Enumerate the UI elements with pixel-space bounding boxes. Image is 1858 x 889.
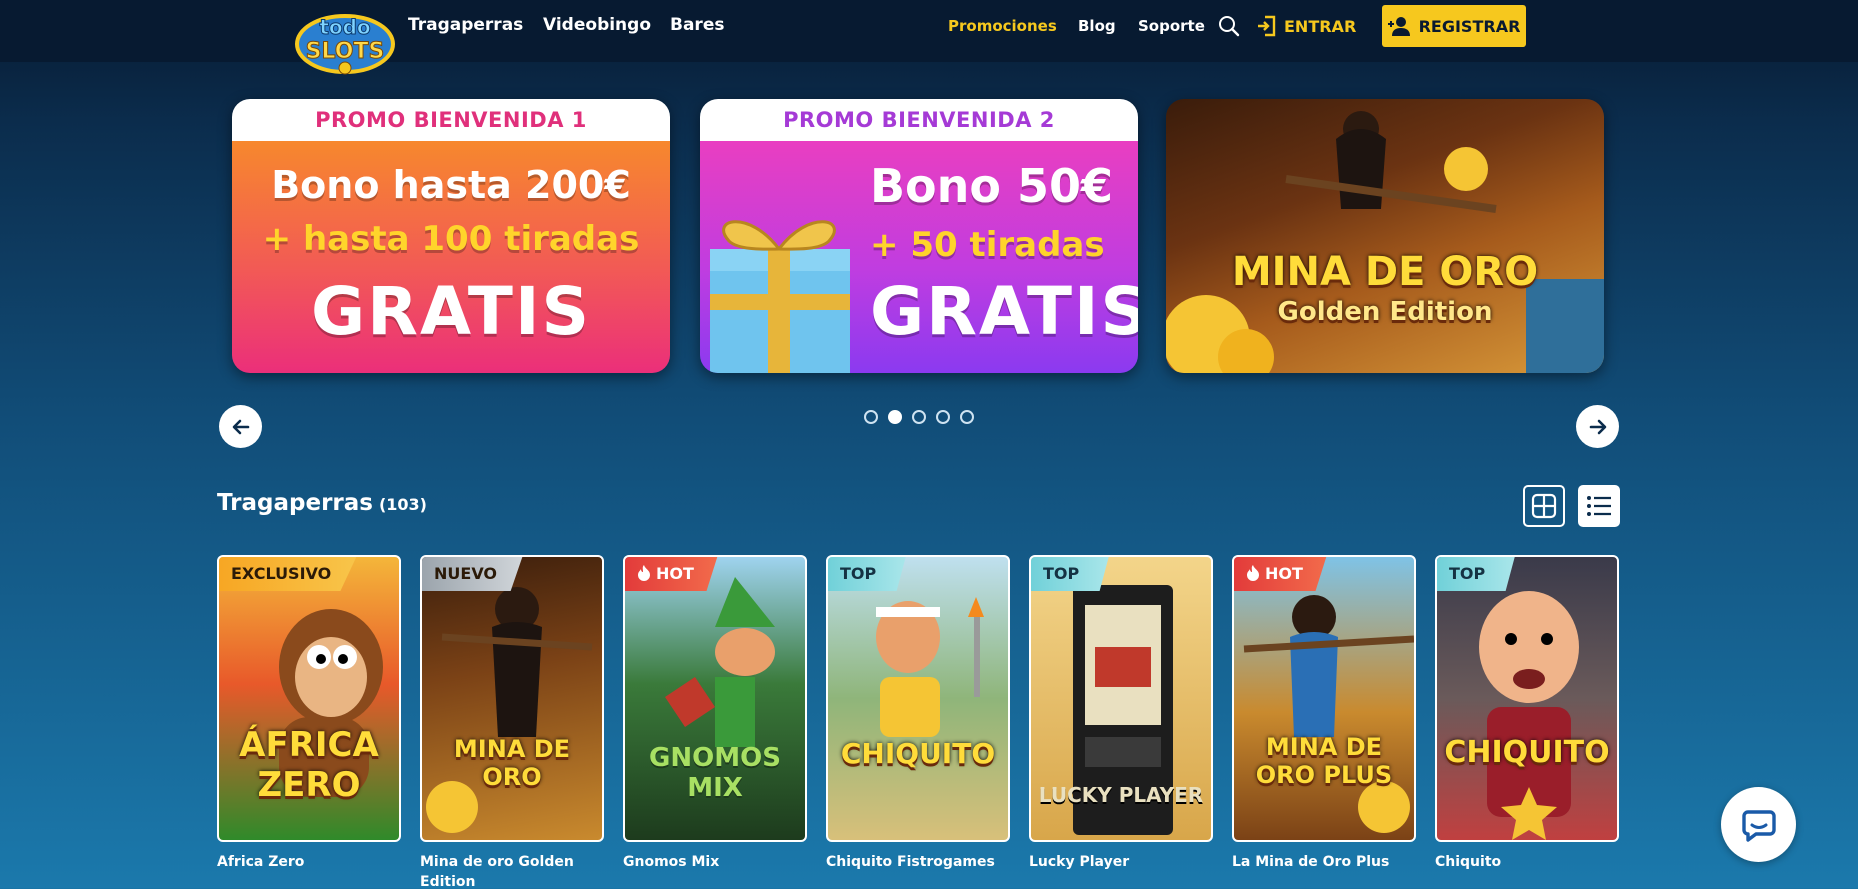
promo-banner-body: Bono 50€ + 50 tiradas GRATIS xyxy=(700,141,1138,373)
nav-soporte[interactable]: Soporte xyxy=(1138,17,1205,35)
carousel-dot[interactable] xyxy=(912,410,926,424)
fire-icon xyxy=(638,565,650,581)
game-tag-label: HOT xyxy=(1265,563,1303,583)
mine-scene-illustration xyxy=(1166,111,1604,373)
game-tag: TOP xyxy=(1437,557,1516,591)
game-thumbnail: NUEVO MINA DE ORO xyxy=(420,555,604,842)
chiquito-athlete-illustration xyxy=(876,597,984,737)
game-tag: HOT xyxy=(1234,557,1327,591)
miner-woman-plus-illustration xyxy=(1243,595,1414,833)
nav-videobingo[interactable]: Videobingo xyxy=(543,15,651,35)
promo-banner-title: PROMO BIENVENIDA 2 xyxy=(700,99,1138,141)
game-thumbnail: HOT MINA DE ORO PLUS xyxy=(1232,555,1416,842)
promo-free-text: GRATIS xyxy=(870,273,1138,350)
add-user-icon xyxy=(1387,17,1410,36)
game-card-mina-de-oro-golden[interactable]: NUEVO MINA DE ORO Mina de oro Golden Edi… xyxy=(420,555,604,889)
login-label: ENTRAR xyxy=(1284,16,1357,36)
game-title: La Mina de Oro Plus xyxy=(1232,854,1390,870)
game-art-title: CHIQUITO xyxy=(1444,735,1610,770)
banner-game-title: MINA DE ORO xyxy=(1231,249,1539,295)
chat-bubble-icon xyxy=(1741,809,1776,842)
game-art-title: ÁFRICA ZERO xyxy=(239,725,379,805)
promo-banner-2[interactable]: PROMO BIENVENIDA 2 Bono 50€ + 50 tiradas… xyxy=(700,99,1138,373)
game-card-lucky-player[interactable]: TOP LUCKY PLAYER Lucky Player xyxy=(1029,555,1213,872)
carousel-dots xyxy=(864,410,974,424)
game-card-gnomos-mix[interactable]: HOT GNOMOS MIX Gnomos Mix xyxy=(623,555,807,872)
search-icon[interactable] xyxy=(1218,15,1240,37)
game-tag: HOT xyxy=(625,557,718,591)
promo-bonus-text: Bono 50€ xyxy=(870,159,1114,213)
todoslots-logo[interactable]: todo SLOTS xyxy=(292,4,398,76)
promo-free-text: GRATIS xyxy=(310,273,592,350)
nav-blog[interactable]: Blog xyxy=(1078,17,1116,35)
grid-icon xyxy=(1531,493,1557,519)
game-tag: TOP xyxy=(1031,557,1110,591)
game-card-africa-zero[interactable]: EXCLUSIVO ÁFRICA ZERO Africa Zero xyxy=(217,555,401,872)
grid-view-button[interactable] xyxy=(1523,485,1565,527)
game-tag: EXCLUSIVO xyxy=(219,557,358,591)
svg-text:todo: todo xyxy=(319,15,370,39)
game-tag-label: HOT xyxy=(656,563,694,583)
nav-tragaperras[interactable]: Tragaperras xyxy=(408,15,523,35)
chat-button[interactable] xyxy=(1721,787,1796,862)
game-art-title: MINA DE ORO xyxy=(453,735,571,791)
game-card-chiquito[interactable]: TOP CHIQUITO Chiquito xyxy=(1435,555,1619,872)
login-icon xyxy=(1258,15,1276,37)
promo-banner-1[interactable]: PROMO BIENVENIDA 1 Bono hasta 200€ + has… xyxy=(232,99,670,373)
game-art-title: LUCKY PLAYER xyxy=(1038,783,1204,807)
carousel-dot[interactable] xyxy=(864,410,878,424)
game-title: Africa Zero xyxy=(217,854,305,870)
chiquito-illustration xyxy=(1479,591,1579,840)
game-title: Lucky Player xyxy=(1029,854,1130,870)
game-art-title: GNOMOS MIX xyxy=(649,743,781,803)
register-button[interactable]: REGISTRAR xyxy=(1382,5,1526,47)
carousel-dot-active[interactable] xyxy=(888,410,902,424)
game-art-title: CHIQUITO xyxy=(840,737,996,770)
carousel-dot[interactable] xyxy=(960,410,974,424)
arrow-right-icon xyxy=(1589,419,1606,434)
game-title: Gnomos Mix xyxy=(623,854,720,870)
promo-banner-mina-de-oro[interactable]: MINA DE ORO Golden Edition xyxy=(1166,99,1604,373)
game-thumbnail: EXCLUSIVO ÁFRICA ZERO xyxy=(217,555,401,842)
game-title: Mina de oro Golden Edition xyxy=(420,854,574,889)
game-card-chiquito-fistrogames[interactable]: TOP CHIQUITO Chiquito Fistrogames xyxy=(826,555,1010,872)
section-title-text: Tragaperras xyxy=(217,490,373,516)
gift-box-icon xyxy=(710,220,850,373)
fire-icon xyxy=(1247,565,1259,581)
site-header: todo SLOTS Tragaperras Videobingo Bares … xyxy=(0,0,1858,75)
register-label: REGISTRAR xyxy=(1418,16,1521,36)
game-title: Chiquito Fistrogames xyxy=(826,854,995,870)
arrow-left-icon xyxy=(232,419,249,434)
banner-game-subtitle: Golden Edition xyxy=(1277,297,1493,327)
game-thumbnail: TOP CHIQUITO xyxy=(1435,555,1619,842)
carousel-prev-button[interactable] xyxy=(219,405,262,448)
list-view-button[interactable] xyxy=(1578,485,1620,527)
nav-bares[interactable]: Bares xyxy=(670,15,724,35)
game-thumbnail: TOP LUCKY PLAYER xyxy=(1029,555,1213,842)
svg-text:SLOTS: SLOTS xyxy=(306,39,385,64)
section-count: (103) xyxy=(378,495,427,514)
game-art-title: MINA DE ORO PLUS xyxy=(1255,733,1393,789)
game-tag: TOP xyxy=(828,557,907,591)
game-thumbnail: HOT GNOMOS MIX xyxy=(623,555,807,842)
promo-bonus-text: Bono hasta 200€ xyxy=(271,163,631,207)
carousel-next-button[interactable] xyxy=(1576,405,1619,448)
carousel-dot[interactable] xyxy=(936,410,950,424)
nav-promociones[interactable]: Promociones xyxy=(948,17,1057,35)
promo-spins-text: + 50 tiradas xyxy=(870,225,1105,265)
game-thumbnail: TOP CHIQUITO xyxy=(826,555,1010,842)
list-icon xyxy=(1587,496,1611,516)
game-title: Chiquito xyxy=(1435,854,1502,870)
promo-banner-title: PROMO BIENVENIDA 1 xyxy=(232,99,670,141)
section-title: Tragaperras (103) xyxy=(217,490,427,516)
game-card-mina-de-oro-plus[interactable]: HOT MINA DE ORO PLUS La Mina de Oro Plus xyxy=(1232,555,1416,872)
promo-spins-text: + hasta 100 tiradas xyxy=(262,219,640,259)
game-tag: NUEVO xyxy=(422,557,524,591)
promo-banner-body: Bono hasta 200€ + hasta 100 tiradas GRAT… xyxy=(232,141,670,373)
login-button[interactable]: ENTRAR xyxy=(1256,14,1356,38)
miner-woman-illustration xyxy=(426,587,593,833)
